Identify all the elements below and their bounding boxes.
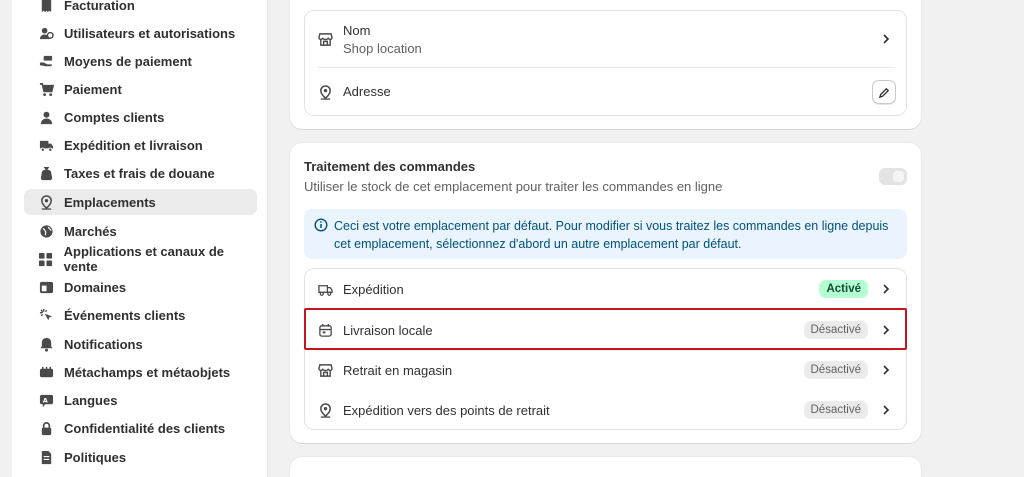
person-icon xyxy=(38,109,54,125)
location-pin-icon xyxy=(38,194,54,210)
chevron-right-icon xyxy=(880,404,892,416)
sidebar-item-langues[interactable]: A Langues xyxy=(24,387,257,413)
delivery-method-row-points-retrait[interactable]: Expédition vers des points de retrait Dé… xyxy=(305,390,906,430)
globe-icon xyxy=(38,223,54,239)
sidebar-item-label: Emplacements xyxy=(64,194,156,210)
sidebar-item-label: Langues xyxy=(64,392,118,408)
sidebar-item-label: Politiques xyxy=(64,449,127,465)
sidebar-item-politiques[interactable]: Politiques xyxy=(24,444,257,470)
sidebar-item-metachamps[interactable]: Métachamps et métaobjets xyxy=(24,359,257,385)
sidebar-item-utilisateurs[interactable]: Utilisateurs et autorisations xyxy=(24,20,257,46)
sidebar-item-label: Expédition et livraison xyxy=(64,137,203,153)
sidebar-item-confidentialite[interactable]: Confidentialité des clients xyxy=(24,415,257,441)
lock-icon xyxy=(38,420,54,436)
status-badge: Désactivé xyxy=(803,361,868,379)
fulfillment-card: Traitement des commandes Utiliser le sto… xyxy=(290,143,921,443)
info-icon xyxy=(314,218,328,232)
sidebar-item-paiement[interactable]: Paiement xyxy=(24,76,257,102)
sidebar-item-label: Taxes et frais de douane xyxy=(64,165,215,181)
sidebar-item-notifications[interactable]: Notifications xyxy=(24,331,257,357)
receipt-icon xyxy=(38,0,54,13)
fulfill-online-orders-toggle[interactable] xyxy=(879,168,907,185)
tax-bag-icon xyxy=(38,165,54,181)
location-name-row[interactable]: Nom Shop location xyxy=(305,11,906,67)
chevron-right-icon xyxy=(880,33,892,45)
location-details-card: Nom Shop location Adresse xyxy=(290,0,921,129)
location-address-label: Adresse xyxy=(343,84,391,99)
truck-icon xyxy=(317,281,333,297)
store-icon xyxy=(317,362,333,378)
toggle-knob xyxy=(893,171,904,182)
delivery-method-label: Expédition vers des points de retrait xyxy=(343,403,550,418)
sidebar-item-label: Moyens de paiement xyxy=(64,53,192,69)
chevron-right-icon xyxy=(880,283,892,295)
banner-text: Ceci est votre emplacement par défaut. P… xyxy=(334,219,889,251)
sidebar-item-label: Marchés xyxy=(64,223,117,239)
sidebar-item-domaines[interactable]: Domaines xyxy=(24,274,257,300)
delivery-method-label: Expédition xyxy=(343,282,404,297)
status-badge: Activé xyxy=(819,280,868,298)
location-details-list: Nom Shop location Adresse xyxy=(304,10,907,116)
status-badge: Désactivé xyxy=(803,401,868,419)
delivery-method-row-expedition[interactable]: Expédition Activé xyxy=(305,269,906,309)
sidebar-item-expedition-livraison[interactable]: Expédition et livraison xyxy=(24,132,257,158)
fulfillment-subtitle: Utiliser le stock de cet emplacement pou… xyxy=(304,179,723,194)
pencil-icon xyxy=(878,87,889,98)
cursor-click-icon xyxy=(38,307,54,323)
metafields-icon xyxy=(38,364,54,380)
sidebar-item-label: Notifications xyxy=(64,336,143,352)
delivery-method-row-retrait-magasin[interactable]: Retrait en magasin Désactivé xyxy=(305,350,906,390)
highlight-annotation xyxy=(304,308,907,350)
settings-sidebar: Facturation Utilisateurs et autorisation… xyxy=(12,0,268,477)
next-settings-card xyxy=(290,457,921,477)
language-icon: A xyxy=(38,392,54,408)
sidebar-item-facturation[interactable]: Facturation xyxy=(24,0,257,18)
bell-icon xyxy=(38,336,54,352)
sidebar-item-label: Facturation xyxy=(64,0,135,13)
location-name-label: Nom xyxy=(343,23,371,38)
sidebar-item-evenements-clients[interactable]: Événements clients xyxy=(24,302,257,328)
sidebar-item-label: Métachamps et métaobjets xyxy=(64,364,231,380)
sidebar-item-label: Confidentialité des clients xyxy=(64,420,226,436)
delivery-method-label: Retrait en magasin xyxy=(343,363,453,378)
truck-icon xyxy=(38,137,54,153)
domain-icon xyxy=(38,279,54,295)
location-pin-icon xyxy=(317,402,333,418)
sidebar-item-label: Applications et canaux de vente xyxy=(63,244,224,274)
location-address-row: Adresse xyxy=(305,68,906,116)
sidebar-item-label: Paiement xyxy=(64,81,122,97)
sidebar-item-label: Événements clients xyxy=(64,307,186,323)
default-location-info-banner: Ceci est votre emplacement par défaut. P… xyxy=(304,209,907,259)
location-name-value: Shop location xyxy=(343,41,422,56)
users-icon xyxy=(38,25,54,41)
chevron-right-icon xyxy=(880,364,892,376)
location-pin-icon xyxy=(317,84,333,100)
fulfillment-title: Traitement des commandes xyxy=(304,159,476,174)
sidebar-item-applications[interactable]: Applications et canaux de vente xyxy=(24,244,257,274)
document-icon xyxy=(38,449,54,465)
sidebar-item-moyens-paiement[interactable]: Moyens de paiement xyxy=(24,48,257,74)
hand-money-icon xyxy=(38,53,54,69)
sidebar-item-marches[interactable]: Marchés xyxy=(24,218,257,244)
cart-icon xyxy=(38,81,54,97)
edit-address-button[interactable] xyxy=(872,80,896,104)
sidebar-item-label: Utilisateurs et autorisations xyxy=(64,25,236,41)
sidebar-item-emplacements[interactable]: Emplacements xyxy=(24,189,257,215)
store-icon xyxy=(317,31,333,47)
apps-icon xyxy=(38,251,54,267)
sidebar-item-taxes[interactable]: Taxes et frais de douane xyxy=(24,160,257,186)
sidebar-item-comptes-clients[interactable]: Comptes clients xyxy=(24,104,257,130)
sidebar-item-label: Comptes clients xyxy=(64,109,165,125)
sidebar-item-label: Domaines xyxy=(64,279,127,295)
